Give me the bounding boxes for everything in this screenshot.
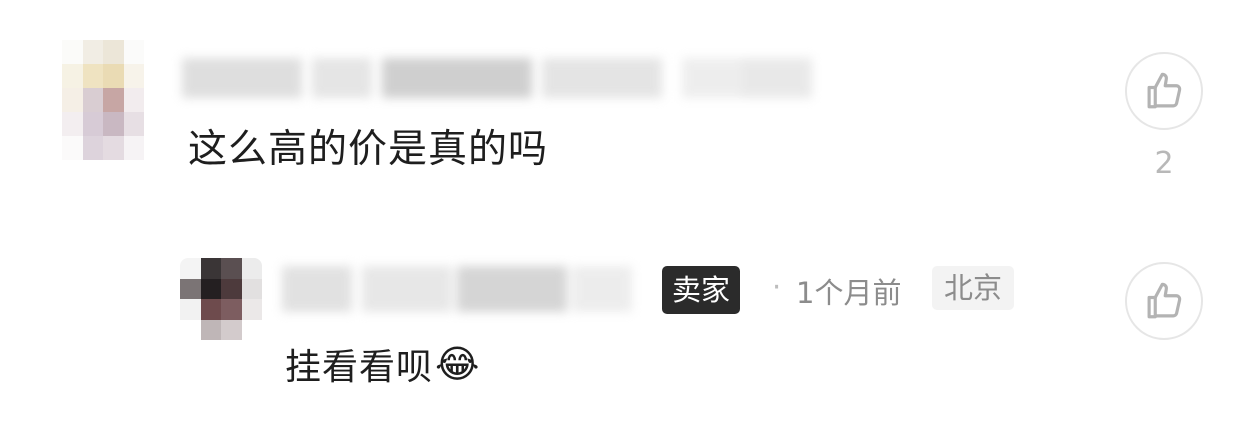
seller-badge: 卖家 (662, 266, 741, 314)
reply-text: 挂看看呗 😂 (285, 338, 480, 390)
replier-avatar[interactable] (180, 258, 262, 340)
commenter-name-redacted (182, 58, 822, 98)
meta-separator: · (772, 270, 782, 304)
comment-text: 这么高的价是真的吗 (188, 127, 549, 172)
laughing-tears-emoji-icon: 😂 (435, 342, 481, 386)
commenter-avatar[interactable] (62, 40, 144, 160)
reply-time: 1个月前 (796, 276, 902, 310)
location-tag: 北京 (932, 266, 1015, 310)
thumbs-up-icon (1147, 282, 1182, 319)
replier-name-redacted (282, 266, 632, 312)
comment-like-button[interactable] (1125, 52, 1203, 130)
reply-text-content: 挂看看呗 (285, 347, 434, 388)
reply-like-button[interactable] (1125, 262, 1203, 340)
comment-like-count: 2 (1154, 146, 1174, 181)
thumbs-up-icon (1147, 72, 1182, 109)
